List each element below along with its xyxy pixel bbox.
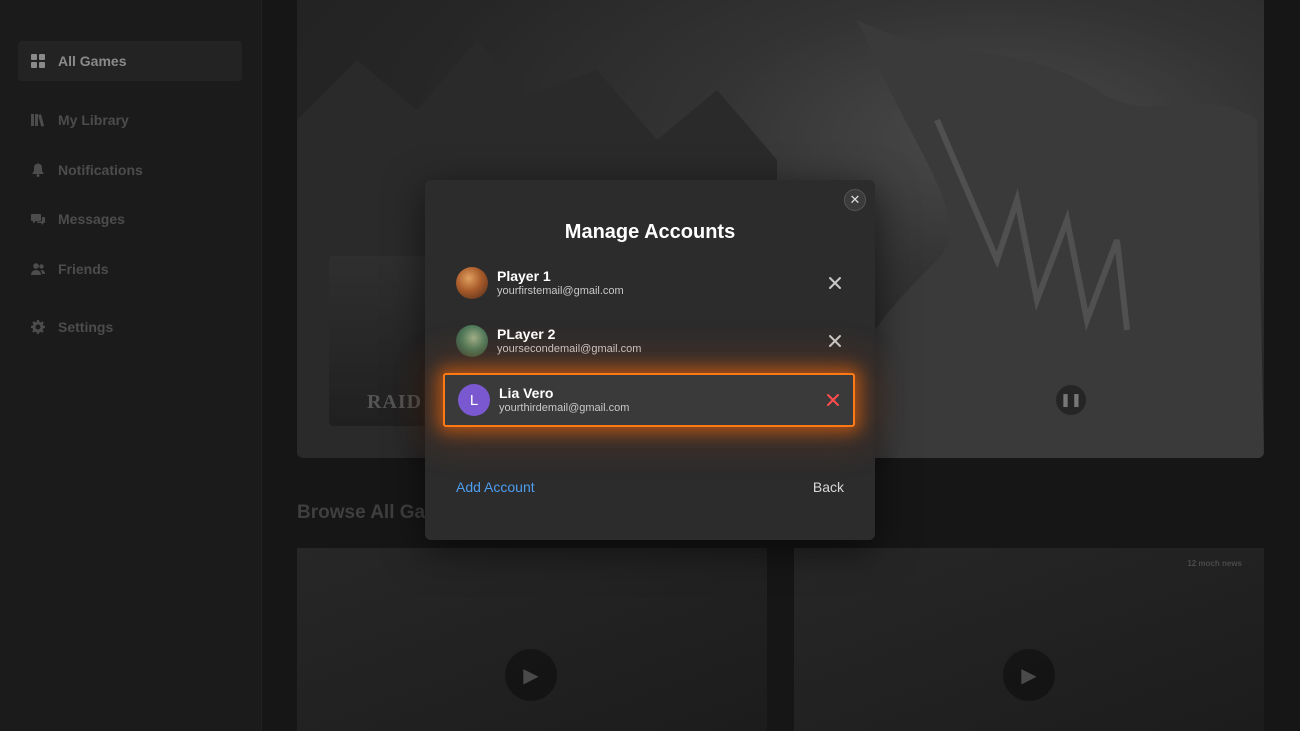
sidebar-item-my-library[interactable]: My Library <box>18 100 242 140</box>
sidebar-item-label: Notifications <box>58 162 143 178</box>
video-card[interactable]: ▶ <box>297 548 767 731</box>
game-logo-text: RAID <box>367 391 423 413</box>
friends-icon <box>31 262 45 276</box>
account-email: yourthirdemail@gmail.com <box>499 402 630 414</box>
manage-accounts-dialog: ✕ Manage Accounts Player 1 yourfirstemai… <box>425 180 875 540</box>
sidebar-item-all-games[interactable]: All Games <box>18 41 242 81</box>
close-icon[interactable]: ✕ <box>844 189 866 211</box>
account-name: PLayer 2 <box>497 326 556 342</box>
library-icon <box>31 113 45 127</box>
account-row-lia-vero[interactable]: L Lia Vero yourthirdemail@gmail.com <box>443 373 855 427</box>
account-row-player-1[interactable]: Player 1 yourfirstemail@gmail.com <box>443 256 855 310</box>
remove-account-icon[interactable] <box>827 275 843 291</box>
bell-icon <box>31 163 45 177</box>
sidebar: All Games My Library Notifications Messa… <box>0 0 262 731</box>
play-icon[interactable]: ▶ <box>1003 649 1055 701</box>
account-email: yoursecondemail@gmail.com <box>497 343 642 355</box>
back-button[interactable]: Back <box>813 479 844 495</box>
portrait-avatar <box>456 267 488 299</box>
sidebar-item-label: Messages <box>58 211 125 227</box>
remove-account-icon[interactable] <box>827 333 843 349</box>
featured-game-card[interactable]: RAID <box>329 256 439 426</box>
chat-icon <box>31 212 45 226</box>
portrait-avatar <box>456 325 488 357</box>
account-email: yourfirstemail@gmail.com <box>497 285 624 297</box>
sidebar-item-label: Friends <box>58 261 109 277</box>
sidebar-item-label: Settings <box>58 319 114 335</box>
media-thumbnail[interactable] <box>1179 373 1233 427</box>
gear-icon <box>31 320 45 334</box>
sidebar-item-label: All Games <box>58 53 127 69</box>
initial-avatar: L <box>458 384 490 416</box>
account-row-player-2[interactable]: PLayer 2 yoursecondemail@gmail.com <box>443 314 855 368</box>
sidebar-item-friends[interactable]: Friends <box>18 249 242 289</box>
add-account-link[interactable]: Add Account <box>456 479 535 495</box>
sidebar-item-settings[interactable]: Settings <box>18 307 242 347</box>
play-icon[interactable]: ▶ <box>505 649 557 701</box>
sidebar-item-label: My Library <box>58 112 129 128</box>
pause-icon[interactable]: ❚❚ <box>1056 385 1086 415</box>
media-thumbnail-video[interactable]: ❚❚ <box>1044 373 1098 427</box>
channel-logo: 12 moch news <box>1187 559 1242 568</box>
video-card[interactable]: 12 moch news ▶ <box>794 548 1264 731</box>
sidebar-item-notifications[interactable]: Notifications <box>18 150 242 190</box>
remove-account-icon[interactable] <box>825 392 841 408</box>
account-name: Lia Vero <box>499 385 554 401</box>
account-name: Player 1 <box>497 268 551 284</box>
dialog-title: Manage Accounts <box>564 221 736 243</box>
sidebar-item-messages[interactable]: Messages <box>18 199 242 239</box>
media-thumbnail[interactable] <box>1111 373 1165 427</box>
grid-icon <box>31 54 45 68</box>
